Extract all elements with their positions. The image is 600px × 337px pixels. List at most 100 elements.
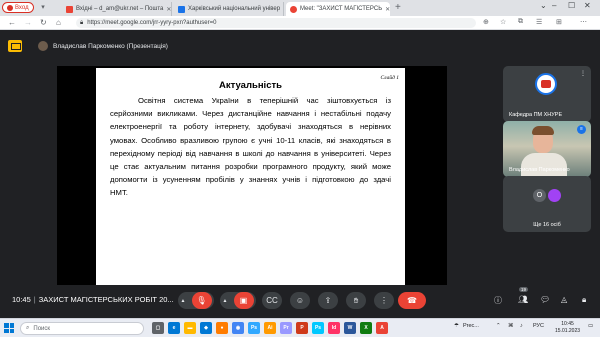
mic-control-group: ▲ 🎙︎ xyxy=(178,292,214,309)
browser-toolbar: ← → ↻ ⌂ 🔒︎ https://meet.google.com/jrr-y… xyxy=(0,16,600,30)
profile-button[interactable]: Вход xyxy=(2,2,34,13)
premiere-icon[interactable]: Pr xyxy=(280,322,292,334)
browser-tab-meet[interactable]: Meet: "ЗАХИСТ МАГІСТЕРСЬ ✕ xyxy=(286,2,390,16)
task-view-icon[interactable]: ▢ xyxy=(152,322,164,334)
close-tab-icon[interactable]: ✕ xyxy=(166,6,171,13)
participant-tile-speaker[interactable]: ≡ Владислав Паркоменко xyxy=(503,121,591,177)
address-bar[interactable]: 🔒︎ https://meet.google.com/jrr-yyry-pxn?… xyxy=(76,18,476,28)
profile-label: Вход xyxy=(15,4,29,11)
participant-name: Кафедра ПМ ХНУРЕ xyxy=(509,112,563,118)
close-tab-icon[interactable]: ✕ xyxy=(385,6,390,13)
close-window-icon[interactable]: ✕ xyxy=(584,1,591,10)
reload-icon[interactable]: ↻ xyxy=(40,18,47,27)
photoshop-icon[interactable]: Ps xyxy=(248,322,260,334)
meet-main: Владислав Паркоменко (Презентація) Слайд… xyxy=(0,31,600,318)
captions-button[interactable]: CC xyxy=(262,292,282,309)
language-indicator[interactable]: РУС xyxy=(533,323,544,329)
meeting-details-icon[interactable]: ⓘ xyxy=(494,295,502,306)
more-participants-tile[interactable]: О Ще 16 осіб xyxy=(503,176,591,232)
edge-icon[interactable]: e xyxy=(168,322,180,334)
avatar xyxy=(548,189,561,202)
people-icon[interactable]: 👥︎ xyxy=(518,295,528,304)
store-icon[interactable]: ◆ xyxy=(200,322,212,334)
meeting-info: 10:45 | ЗАХИСТ МАГІСТЕРСЬКИХ РОБІТ 20... xyxy=(12,295,174,304)
avatar: О xyxy=(533,189,546,202)
participant-count-badge: 19 xyxy=(519,287,529,292)
illustrator-icon[interactable]: Ai xyxy=(264,322,276,334)
maximize-icon[interactable]: ☐ xyxy=(568,1,575,10)
close-tab-icon[interactable]: ✕ xyxy=(283,6,284,13)
volume-icon[interactable]: ♪ xyxy=(520,323,523,329)
microphone-off-button[interactable]: 🎙︎ xyxy=(191,292,212,309)
recording-favicon-icon xyxy=(290,5,297,13)
chat-icon[interactable]: 💬︎ xyxy=(540,295,550,304)
chrome-icon[interactable]: ◉ xyxy=(232,322,244,334)
file-explorer-icon[interactable]: ▬ xyxy=(184,322,196,334)
meeting-time: 10:45 xyxy=(12,295,31,304)
indesign-icon[interactable]: Id xyxy=(328,322,340,334)
leave-call-button[interactable]: ☎ xyxy=(398,292,426,309)
camera-control-group: ▲ ▣ xyxy=(220,292,256,309)
home-icon[interactable]: ⌂ xyxy=(56,18,61,27)
browser-tab-university[interactable]: Харківський національний універ ✕ xyxy=(174,2,284,16)
presentation-stage[interactable]: Слайд 1 Актуальність Освітня система Укр… xyxy=(57,66,447,288)
forward-icon[interactable]: → xyxy=(24,18,32,27)
more-options-button[interactable]: ⋮ xyxy=(374,292,394,309)
word-icon[interactable]: W xyxy=(344,322,356,334)
tab-title: Харківський національний універ xyxy=(188,6,281,12)
minimize-icon[interactable]: – xyxy=(552,1,556,10)
url-text: https://meet.google.com/jrr-yyry-pxn?aut… xyxy=(87,20,217,26)
university-favicon-icon xyxy=(178,5,185,13)
pdf-icon[interactable]: A xyxy=(376,322,388,334)
presenter-bar: Владислав Паркоменко (Презентація) xyxy=(8,39,168,53)
notifications-icon[interactable]: ▭ xyxy=(588,323,593,329)
search-placeholder: Поиск xyxy=(33,325,51,332)
tab-dropdown-icon[interactable]: ⌄ xyxy=(540,1,547,10)
participant-tile-department[interactable]: ⋮ Кафедра ПМ ХНУРЕ xyxy=(503,66,591,122)
tray-overflow-icon[interactable]: ⌃ xyxy=(496,323,501,329)
weather-icon[interactable]: ☂ xyxy=(454,323,459,329)
xbox-icon[interactable]: X xyxy=(360,322,372,334)
slide-body: Освітня система України в теперішній час… xyxy=(110,96,391,198)
weather-text[interactable]: Prec... xyxy=(463,323,479,329)
back-icon[interactable]: ← xyxy=(8,18,16,27)
slide-title: Актуальність xyxy=(219,80,282,91)
bookmark-star-icon[interactable]: ☆ xyxy=(500,18,506,26)
firefox-icon[interactable]: ● xyxy=(216,322,228,334)
tab-title: Вхідні – d_am@ukr.net – Пошта xyxy=(76,6,164,12)
photoshop-alt-icon[interactable]: Ps xyxy=(312,322,324,334)
participant-name: Владислав Паркоменко xyxy=(509,167,570,173)
network-icon[interactable]: ⌘ xyxy=(508,323,514,329)
tab-search-icon[interactable]: ▾ xyxy=(37,3,49,13)
emoji-reactions-button[interactable]: ☺ xyxy=(290,292,310,309)
powerpoint-icon[interactable]: P xyxy=(296,322,308,334)
extensions-icon[interactable]: ⧉ xyxy=(518,18,523,26)
department-logo xyxy=(535,73,557,95)
clock-time: 10:45 xyxy=(561,321,574,327)
new-tab-button[interactable]: + xyxy=(395,2,401,13)
present-screen-button[interactable]: ⇪ xyxy=(318,292,338,309)
browser-tab-strip: Вход ▾ Вхідні – d_am@ukr.net – Пошта ✕ Х… xyxy=(0,0,600,16)
camera-off-button[interactable]: ▣ xyxy=(233,292,254,309)
host-controls-icon[interactable]: 🔒︎ xyxy=(582,295,586,305)
lock-icon: 🔒︎ xyxy=(80,19,84,26)
windows-start-icon[interactable] xyxy=(4,323,14,333)
taskbar-search[interactable]: ⌕ Поиск xyxy=(20,322,144,335)
call-controls-bar: 10:45 | ЗАХИСТ МАГІСТЕРСЬКИХ РОБІТ 20... ▲… xyxy=(0,285,600,317)
mic-options-chevron-icon[interactable]: ▲ xyxy=(181,298,192,304)
collections-icon[interactable]: ⊞ xyxy=(556,18,562,26)
camera-options-chevron-icon[interactable]: ▲ xyxy=(223,298,234,304)
browser-menu-icon[interactable]: ⋯ xyxy=(580,18,587,26)
meeting-info-separator: | xyxy=(33,295,36,304)
activities-icon[interactable]: ◬ xyxy=(561,295,567,304)
windows-taskbar: ⌕ Поиск ▢ e ▬ ◆ ● ◉ Ps Ai Pr P Ps Id W X… xyxy=(0,318,600,337)
tile-more-icon[interactable]: ⋮ xyxy=(580,70,586,77)
zoom-icon[interactable]: ⊕ xyxy=(483,18,489,26)
clock-date: 15.01.2023 xyxy=(555,328,581,334)
browser-tab-mail[interactable]: Вхідні – d_am@ukr.net – Пошта ✕ xyxy=(62,2,172,16)
raise-hand-button[interactable]: ✋︎ xyxy=(346,292,366,309)
slide: Слайд 1 Актуальність Освітня система Укр… xyxy=(96,68,405,285)
taskbar-clock[interactable]: 10:45 15.01.2023 xyxy=(555,321,580,335)
speaking-indicator-icon: ≡ xyxy=(577,125,586,134)
favorites-icon[interactable]: ☰ xyxy=(536,18,542,26)
